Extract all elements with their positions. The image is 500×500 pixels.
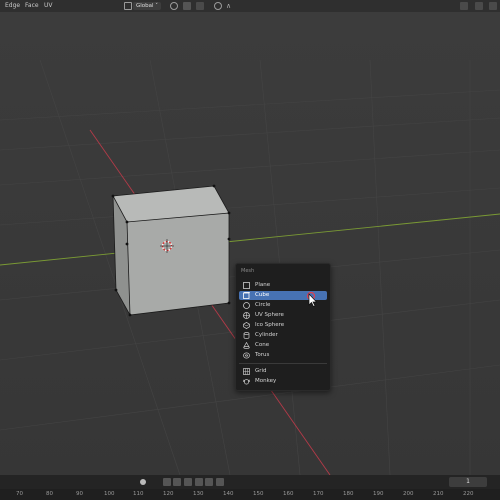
jump-end-icon[interactable] bbox=[216, 478, 224, 486]
menu-item-plane[interactable]: Plane bbox=[239, 281, 327, 290]
snap-icon[interactable] bbox=[183, 2, 191, 10]
ruler-label: 220 bbox=[463, 491, 474, 497]
ruler-label: 90 bbox=[76, 491, 83, 497]
cube-icon bbox=[243, 292, 250, 299]
ruler-label: 130 bbox=[193, 491, 204, 497]
current-frame-field[interactable]: 1 bbox=[449, 477, 487, 487]
menu-item-label: Cone bbox=[255, 342, 270, 348]
jump-keyframe-back-icon[interactable] bbox=[173, 478, 181, 486]
monkey-icon bbox=[243, 379, 250, 385]
menu-item-uv-sphere[interactable]: UV Sphere bbox=[239, 311, 327, 320]
ruler-label: 120 bbox=[163, 491, 174, 497]
menu-item-label: Torus bbox=[255, 352, 270, 358]
viewport-header: Edge Face UV Global ˅ ∧ bbox=[0, 0, 500, 12]
cube-object bbox=[111, 184, 231, 317]
cone-icon bbox=[243, 342, 250, 349]
ruler-label: 160 bbox=[283, 491, 294, 497]
menu-item-cylinder[interactable]: Cylinder bbox=[239, 331, 327, 340]
frame-ruler[interactable]: 70 80 90 100 110 120 130 140 150 160 170… bbox=[0, 489, 500, 500]
circle-icon bbox=[243, 302, 250, 309]
ruler-label: 180 bbox=[343, 491, 354, 497]
menu-item-label: Plane bbox=[255, 282, 271, 288]
menu-separator bbox=[239, 363, 327, 364]
torus-icon bbox=[243, 352, 250, 359]
play-icon[interactable] bbox=[195, 478, 203, 486]
ruler-label: 170 bbox=[313, 491, 324, 497]
overlay-icon[interactable] bbox=[475, 2, 483, 10]
3d-viewport[interactable] bbox=[0, 0, 500, 500]
chevron-down-icon: ˅ bbox=[155, 3, 159, 9]
ruler-label: 110 bbox=[133, 491, 144, 497]
ico-sphere-icon bbox=[243, 322, 250, 329]
snap-target-icon[interactable] bbox=[196, 2, 204, 10]
playback-controls: 1 bbox=[0, 475, 500, 489]
ruler-label: 190 bbox=[373, 491, 384, 497]
ruler-label: 210 bbox=[433, 491, 444, 497]
menu-item-label: Monkey bbox=[255, 378, 277, 384]
menu-title: Mesh bbox=[241, 268, 255, 274]
play-reverse-icon[interactable] bbox=[184, 478, 192, 486]
transform-orientation-label: Global bbox=[136, 3, 154, 9]
timeline-editor: 1 70 80 90 100 110 120 130 140 150 160 1… bbox=[0, 475, 500, 500]
jump-start-icon[interactable] bbox=[163, 478, 171, 486]
mouse-pointer-icon bbox=[306, 292, 318, 307]
add-mesh-menu: Mesh Plane Cube Circle UV Sphere Ico Sph… bbox=[235, 263, 331, 391]
menu-item-label: Cylinder bbox=[255, 332, 278, 338]
gizmo-icon[interactable] bbox=[460, 2, 468, 10]
ruler-label: 150 bbox=[253, 491, 264, 497]
ruler-label: 80 bbox=[46, 491, 53, 497]
ruler-label: 140 bbox=[223, 491, 234, 497]
menu-item-label: Grid bbox=[255, 368, 267, 374]
menu-item-label: Cube bbox=[255, 292, 270, 298]
jump-keyframe-forward-icon[interactable] bbox=[205, 478, 213, 486]
grid-icon bbox=[243, 368, 250, 375]
menu-item-monkey[interactable]: Monkey bbox=[239, 377, 327, 386]
menu-item-torus[interactable]: Torus bbox=[239, 351, 327, 360]
plane-icon bbox=[243, 282, 250, 289]
cylinder-icon bbox=[243, 332, 250, 339]
xray-icon[interactable] bbox=[489, 2, 497, 10]
uv-sphere-icon bbox=[243, 312, 250, 319]
proportional-icon[interactable] bbox=[214, 2, 222, 10]
pivot-icon[interactable] bbox=[170, 2, 178, 10]
menu-item-label: UV Sphere bbox=[255, 312, 284, 318]
ruler-label: 100 bbox=[104, 491, 115, 497]
record-icon[interactable] bbox=[140, 479, 146, 485]
menu-uv[interactable]: UV bbox=[44, 0, 53, 12]
ruler-label: 70 bbox=[16, 491, 23, 497]
ruler-label: 200 bbox=[403, 491, 414, 497]
menu-item-label: Circle bbox=[255, 302, 271, 308]
menu-item-cone[interactable]: Cone bbox=[239, 341, 327, 350]
falloff-icon[interactable]: ∧ bbox=[226, 2, 234, 10]
menu-item-grid[interactable]: Grid bbox=[239, 367, 327, 376]
transform-orientation-dropdown[interactable]: Global ˅ bbox=[133, 2, 162, 10]
menu-item-ico-sphere[interactable]: Ico Sphere bbox=[239, 321, 327, 330]
menu-edge[interactable]: Edge bbox=[5, 0, 20, 12]
menu-item-label: Ico Sphere bbox=[255, 322, 285, 328]
menu-face[interactable]: Face bbox=[25, 0, 39, 12]
orientation-icon[interactable] bbox=[124, 2, 132, 10]
